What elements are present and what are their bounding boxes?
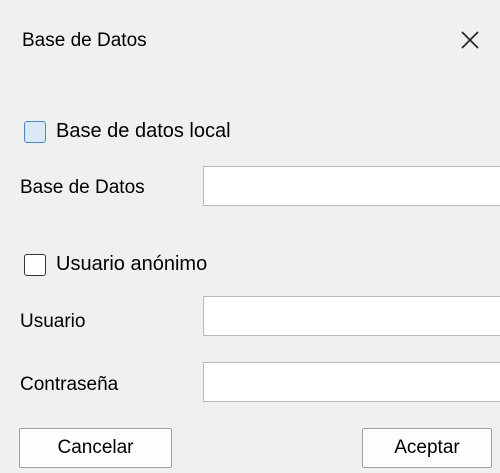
close-icon: [461, 31, 479, 49]
window-title: Base de Datos: [22, 30, 147, 51]
database-field-label: Base de Datos: [20, 177, 145, 198]
anonymous-user-checkbox[interactable]: [24, 253, 46, 276]
database-dialog: Base de Datos Base de datos local Base d…: [0, 0, 500, 473]
database-input[interactable]: [203, 166, 500, 206]
user-input[interactable]: [203, 296, 500, 336]
anonymous-user-checkbox-row[interactable]: Usuario anónimo: [24, 253, 207, 276]
password-field-label: Contraseña: [20, 374, 119, 395]
cancel-button[interactable]: Cancelar: [19, 428, 172, 468]
accept-button[interactable]: Aceptar: [362, 428, 492, 468]
title-bar: Base de Datos: [0, 0, 500, 84]
local-db-checkbox-row[interactable]: Base de datos local: [24, 120, 231, 143]
password-input[interactable]: [203, 362, 500, 402]
user-field-label: Usuario: [20, 311, 86, 332]
local-db-checkbox-label: Base de datos local: [56, 120, 231, 142]
local-db-checkbox[interactable]: [24, 120, 46, 143]
close-button[interactable]: [447, 20, 493, 60]
anonymous-user-checkbox-label: Usuario anónimo: [56, 253, 208, 275]
